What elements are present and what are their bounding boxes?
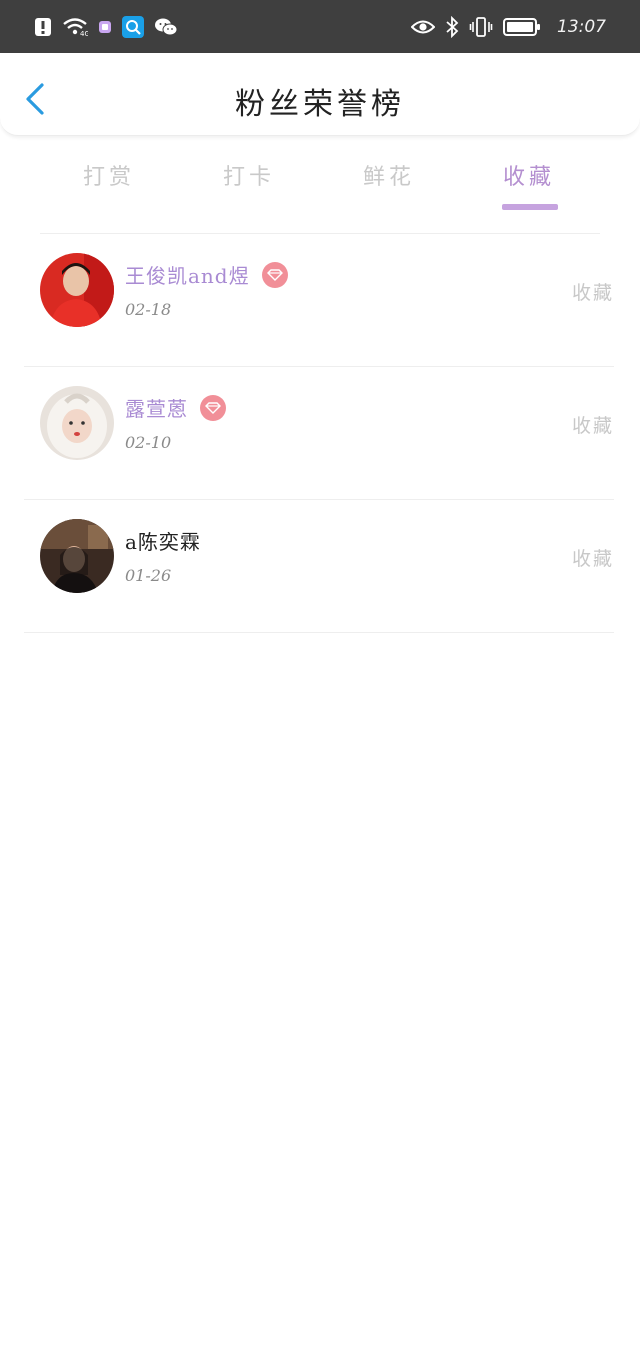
fan-date: 02-18	[125, 300, 172, 319]
page-title: 粉丝荣誉榜	[235, 87, 405, 122]
wifi-icon: 4G	[62, 17, 88, 37]
vibrate-icon	[469, 16, 493, 38]
wechat-icon	[154, 17, 178, 37]
favorite-button[interactable]: 收藏	[572, 544, 614, 571]
fan-name: a陈奕霖	[125, 526, 201, 555]
battery-icon	[503, 17, 541, 37]
list-item[interactable]: a陈奕霖 01-26 收藏	[24, 500, 614, 633]
search-app-icon	[122, 15, 144, 38]
status-bar-right: 13:07	[411, 15, 606, 38]
avatar[interactable]	[40, 386, 114, 460]
avatar[interactable]	[40, 253, 114, 327]
tab-bar: 打赏 打卡 鲜花 收藏	[0, 135, 640, 215]
tab-flowers[interactable]: 鲜花	[339, 159, 439, 191]
fan-name-text: 露萱蒽	[125, 397, 188, 421]
bluetooth-icon	[445, 15, 459, 38]
fan-date: 02-10	[125, 433, 172, 452]
fan-name-text: a陈奕霖	[125, 530, 201, 554]
tab-checkin[interactable]: 打卡	[199, 159, 299, 191]
favorite-button[interactable]: 收藏	[572, 278, 614, 305]
status-bar: 4G 13:07	[0, 0, 640, 53]
page-header: 粉丝荣誉榜	[0, 53, 640, 136]
list-item[interactable]: 王俊凯and煜 02-18 收藏	[24, 234, 614, 367]
list-item[interactable]: 露萱蒽 02-10 收藏	[24, 367, 614, 500]
fan-list: 王俊凯and煜 02-18 收藏 露萱蒽 02-10 收藏 a陈奕霖 01-26…	[0, 234, 640, 633]
diamond-icon	[200, 394, 226, 421]
tab-reward[interactable]: 打赏	[59, 159, 159, 191]
diamond-icon	[261, 261, 288, 288]
favorite-button[interactable]: 收藏	[572, 411, 614, 438]
fan-name-text: 王俊凯and煜	[125, 264, 250, 288]
app-icon	[98, 20, 112, 34]
eye-icon	[411, 18, 435, 36]
avatar[interactable]	[40, 519, 114, 593]
alert-icon	[34, 17, 52, 37]
fan-name: 王俊凯and煜	[125, 260, 288, 289]
status-time: 13:07	[557, 16, 606, 37]
fan-date: 01-26	[125, 566, 172, 585]
tab-favorites[interactable]: 收藏	[479, 159, 579, 191]
status-bar-left: 4G	[34, 15, 178, 38]
fan-name: 露萱蒽	[125, 393, 226, 422]
svg-text:4G: 4G	[80, 30, 88, 37]
active-tab-indicator	[502, 204, 558, 210]
